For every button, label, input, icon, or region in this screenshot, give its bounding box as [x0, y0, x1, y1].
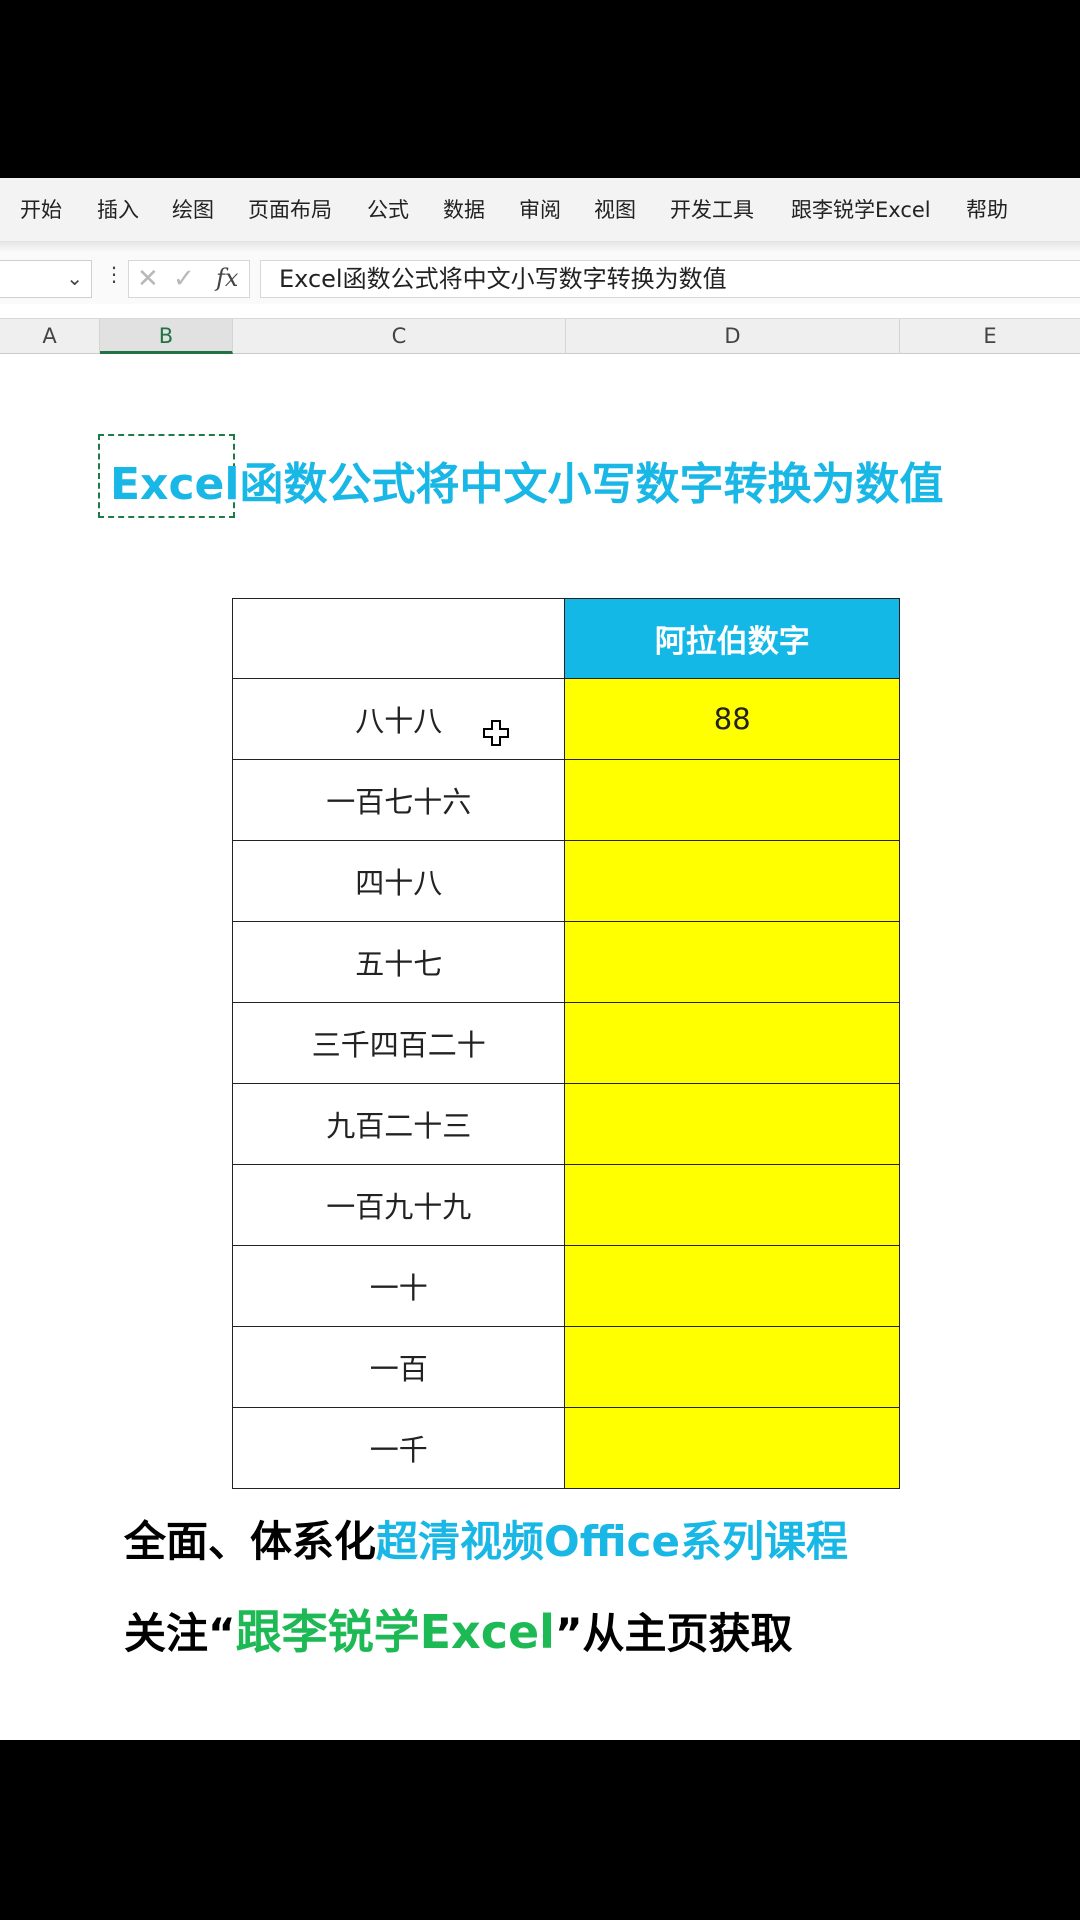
arabic-cell[interactable]: [564, 759, 900, 841]
arabic-cell[interactable]: [564, 1002, 900, 1084]
check-icon[interactable]: ✓: [173, 264, 195, 294]
insert-function-icon[interactable]: fx: [216, 264, 238, 292]
ribbon-tabs: 开始 插入 绘图 页面布局 公式 数据 审阅 视图 开发工具 跟李锐学Excel…: [0, 178, 1080, 242]
tab-insert[interactable]: 插入: [97, 178, 139, 242]
chinese-cell[interactable]: 八十八: [231, 678, 566, 760]
column-header-e[interactable]: E: [900, 319, 1080, 354]
cancel-icon[interactable]: ✕: [137, 264, 159, 294]
arabic-cell[interactable]: [564, 1245, 900, 1327]
sheet-title[interactable]: Excel函数公式将中文小写数字转换为数值: [110, 448, 1010, 512]
table-row: 一百九十九: [231, 1164, 900, 1246]
chinese-cell[interactable]: 一百九十九: [231, 1164, 566, 1246]
tab-help[interactable]: 帮助: [966, 178, 1008, 242]
arabic-cell[interactable]: [564, 1083, 900, 1165]
table-row: 一十: [231, 1245, 900, 1327]
column-header-c[interactable]: C: [233, 319, 566, 354]
chinese-cell[interactable]: 一百七十六: [231, 759, 566, 841]
arabic-cell[interactable]: [564, 921, 900, 1003]
column-header-b[interactable]: B: [100, 319, 233, 354]
column-header-d[interactable]: D: [566, 319, 900, 354]
table-row: 三千四百二十: [231, 1002, 900, 1084]
chinese-cell[interactable]: 一百: [231, 1326, 566, 1408]
table-row: 八十八 88: [231, 678, 900, 760]
promo-line-2-prefix: 关注“: [124, 1609, 236, 1658]
arabic-cell[interactable]: [564, 1164, 900, 1246]
tab-data[interactable]: 数据: [443, 178, 485, 242]
arabic-cell[interactable]: [564, 1326, 900, 1408]
tab-home[interactable]: 开始: [20, 178, 62, 242]
chinese-cell[interactable]: 四十八: [231, 840, 566, 922]
promo-line-2: 关注“跟李锐学Excel”从主页获取: [124, 1596, 793, 1662]
formula-bar: ⌄ ⋮ ✕ ✓ fx Excel函数公式将中文小写数字转换为数值: [0, 252, 1080, 304]
promo-line-1-highlight: 超清视频Office系列课程: [376, 1517, 848, 1566]
bottom-letterbox: [0, 1740, 1080, 1920]
tab-formulas[interactable]: 公式: [367, 178, 409, 242]
chinese-cell[interactable]: 九百二十三: [231, 1083, 566, 1165]
excel-window: 开始 插入 绘图 页面布局 公式 数据 审阅 视图 开发工具 跟李锐学Excel…: [0, 178, 1080, 1740]
table-row: 一百: [231, 1326, 900, 1408]
column-headers: A B C D E: [0, 318, 1080, 354]
tab-developer[interactable]: 开发工具: [670, 178, 754, 242]
table-header-row: 中文小写 阿拉伯数字: [231, 598, 900, 679]
top-letterbox: [0, 0, 1080, 178]
table-row: 一百七十六: [231, 759, 900, 841]
chinese-cell[interactable]: 一十: [231, 1245, 566, 1327]
tab-custom[interactable]: 跟李锐学Excel: [791, 178, 931, 242]
cell-cursor-icon: [483, 720, 509, 746]
header-chinese[interactable]: 中文小写: [231, 598, 566, 679]
promo-line-2-highlight: 跟李锐学Excel: [235, 1605, 555, 1659]
data-table: 中文小写 阿拉伯数字 八十八 88 一百七十六 四十八 五十七 三千四百二十 九…: [231, 598, 900, 1489]
formula-buttons: ✕ ✓ fx: [128, 260, 250, 298]
arabic-cell[interactable]: 88: [564, 678, 900, 760]
chinese-cell[interactable]: 三千四百二十: [231, 1002, 566, 1084]
table-row: 一千: [231, 1407, 900, 1489]
promo-line-1-text: 全面、体系化: [124, 1517, 377, 1566]
table-row: 五十七: [231, 921, 900, 1003]
column-header-a[interactable]: A: [0, 319, 100, 354]
table-row: 九百二十三: [231, 1083, 900, 1165]
ribbon-shadow: [0, 242, 1080, 252]
chinese-cell[interactable]: 一千: [231, 1407, 566, 1489]
formula-input[interactable]: Excel函数公式将中文小写数字转换为数值: [260, 260, 1080, 298]
chevron-down-icon[interactable]: ⌄: [66, 266, 83, 290]
tab-review[interactable]: 审阅: [519, 178, 561, 242]
arabic-cell[interactable]: [564, 1407, 900, 1489]
more-options-icon[interactable]: ⋮: [104, 262, 124, 286]
promo-line-2-suffix: ”从主页获取: [554, 1609, 793, 1658]
promo-line-1: 全面、体系化超清视频Office系列课程: [124, 1508, 848, 1569]
name-box[interactable]: ⌄: [0, 260, 92, 298]
arabic-cell[interactable]: [564, 840, 900, 922]
table-row: 四十八: [231, 840, 900, 922]
tab-view[interactable]: 视图: [594, 178, 636, 242]
header-arabic[interactable]: 阿拉伯数字: [564, 598, 900, 679]
chinese-cell[interactable]: 五十七: [231, 921, 566, 1003]
tab-draw[interactable]: 绘图: [172, 178, 214, 242]
tab-page-layout[interactable]: 页面布局: [248, 178, 332, 242]
